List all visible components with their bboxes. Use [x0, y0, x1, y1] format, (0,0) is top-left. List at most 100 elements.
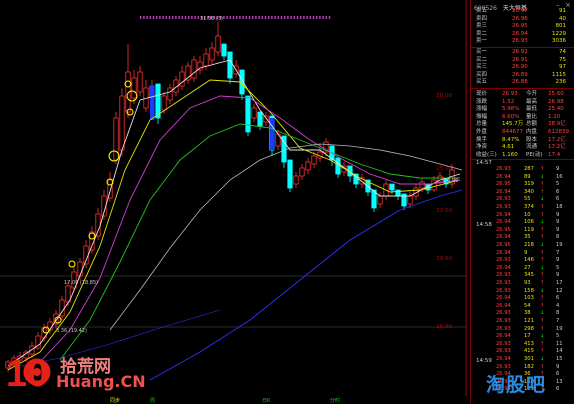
signal-dot: [194, 16, 196, 19]
tick-row: 26.93 415 ↑ 14: [476, 348, 572, 356]
arrow-up-icon: ↑: [540, 257, 545, 264]
ask-row[interactable]: 卖一 26.93 3036: [476, 38, 572, 45]
candle-up: [299, 167, 305, 177]
ma30-line: [59, 123, 460, 361]
tick-count: 9: [556, 166, 560, 172]
ask-volume: 40: [559, 15, 566, 22]
watermark-logo-left: 10 拾荒网 Huang.CN: [4, 350, 146, 395]
tick-volume: 9: [524, 249, 528, 256]
bid-price: 26.92: [512, 49, 528, 55]
tick-count: 8: [556, 234, 560, 241]
ask-volume: 1229: [552, 30, 566, 37]
ask-price: 26.94: [512, 30, 528, 37]
tick-volume: 106: [524, 219, 534, 226]
signal-dot: [296, 16, 299, 19]
tick-count: 14: [556, 348, 563, 355]
ask-row[interactable]: 卖四 26.96 40: [476, 16, 572, 23]
bid-label: 买三: [476, 64, 488, 71]
signal-dot: [248, 16, 251, 19]
signal-dot: [255, 16, 257, 19]
tick-row: 26.93 93 ↑ 17: [476, 280, 572, 288]
candle-up: [215, 35, 221, 53]
ask-row[interactable]: 卖三 26.95 801: [476, 23, 572, 30]
tick-price: 26.95: [496, 226, 511, 233]
ma120-line: [149, 189, 463, 381]
tick-count: 6: [556, 295, 560, 302]
arrow-down-icon: ↓: [540, 196, 545, 203]
watermark-logo-right: 淘股吧: [486, 370, 570, 396]
bid-volume: 74: [559, 49, 566, 55]
tick-row: 26.93 38 ↓ 8: [476, 310, 572, 318]
signal-dot: [143, 16, 145, 19]
signal-dot: [239, 16, 241, 19]
signal-dot: [172, 16, 174, 19]
bottom-tab[interactable]: 同步: [110, 397, 120, 404]
candle-up: [77, 261, 83, 277]
candle-down: [227, 51, 233, 79]
signal-dot: [175, 16, 177, 19]
tick-row: 26.94 103 ↑ 6: [476, 295, 572, 303]
tick-volume: 158: [524, 287, 534, 294]
signal-dot: [245, 16, 247, 19]
marker-a-annotation: 17.09 (18.85): [64, 280, 98, 286]
signal-dot: [309, 16, 311, 19]
quote-value: 1.160: [502, 151, 518, 158]
ask-volume: 3036: [552, 38, 566, 45]
tick-count: 9: [556, 272, 560, 279]
bid-price: 26.90: [512, 64, 528, 71]
signal-dot: [191, 16, 193, 19]
ask-row[interactable]: 卖二 26.94 1229: [476, 31, 572, 38]
candle-down: [257, 111, 263, 127]
tick-row: 26.94 27 ↓ 5: [476, 265, 572, 273]
tick-price: 26.94: [496, 302, 511, 309]
signal-dot: [293, 16, 295, 19]
signal-circle: [68, 260, 76, 268]
candle-up: [311, 155, 317, 165]
bid-row[interactable]: 买五 26.88 236: [476, 79, 572, 86]
tick-price: 26.94: [496, 219, 511, 226]
ask-price: 26.96: [512, 15, 528, 22]
kline-chart-area[interactable]: 28.00 25.00 22.00 19.00 16.00 31.56 (3) 17.09 …: [0, 0, 468, 404]
kline-chart-svg[interactable]: 28.0025.0022.0019.0016.0031.56 (3)17.09 …: [0, 0, 468, 404]
price-axis-tick: 16.00: [436, 324, 452, 330]
tick-count: 12: [556, 287, 563, 294]
quote-divider: [471, 88, 574, 89]
candle-down: [155, 83, 161, 119]
signal-dot: [264, 16, 267, 19]
bottom-tab[interactable]: 分时: [330, 397, 340, 404]
arrow-up-icon: ↑: [540, 226, 545, 233]
signal-dot: [168, 16, 171, 19]
tick-volume: 301: [524, 356, 534, 362]
bottom-toolbar[interactable]: 同步 周 日K 分时: [0, 397, 468, 404]
arrow-up-icon: ↑: [540, 234, 545, 241]
arrow-up-icon: ↑: [540, 204, 545, 210]
arrow-up-icon: ↑: [540, 340, 545, 347]
tick-volume: 298: [524, 325, 534, 332]
tick-time-mid: 14:58: [476, 222, 492, 228]
tick-row: 26.93 121 ↑ 7: [476, 318, 572, 326]
arrow-up-icon: ↑: [540, 181, 545, 188]
bid-row[interactable]: 买一 26.92 74: [476, 49, 572, 56]
bid-row[interactable]: 买四 26.89 1115: [476, 72, 572, 79]
candle-highlight-blue: [270, 118, 275, 150]
tick-time-bot: 14:59: [476, 358, 492, 364]
signal-dot: [197, 16, 199, 19]
ma10-line: [7, 79, 461, 371]
bottom-tab[interactable]: 日K: [262, 397, 270, 404]
tick-time-top: 14:57: [476, 160, 492, 166]
candle-up: [65, 285, 71, 303]
ask-row[interactable]: 卖五 26.97 91: [476, 8, 572, 15]
arrow-up-icon: ↑: [540, 166, 545, 172]
candle-up: [203, 53, 209, 67]
signal-dot: [261, 16, 263, 19]
bottom-tab[interactable]: 周: [150, 397, 155, 404]
signal-dot: [287, 16, 289, 19]
tick-volume: 54: [524, 302, 531, 309]
arrow-up-icon: ↑: [540, 211, 545, 218]
arrow-down-icon: ↓: [540, 242, 545, 248]
signal-dot: [146, 16, 148, 19]
bid-row[interactable]: 买三 26.90 97: [476, 64, 572, 71]
signal-dot: [140, 16, 142, 19]
tick-row: 26.93 298 ↑ 19: [476, 326, 572, 334]
bid-row[interactable]: 买二 26.91 75: [476, 57, 572, 64]
